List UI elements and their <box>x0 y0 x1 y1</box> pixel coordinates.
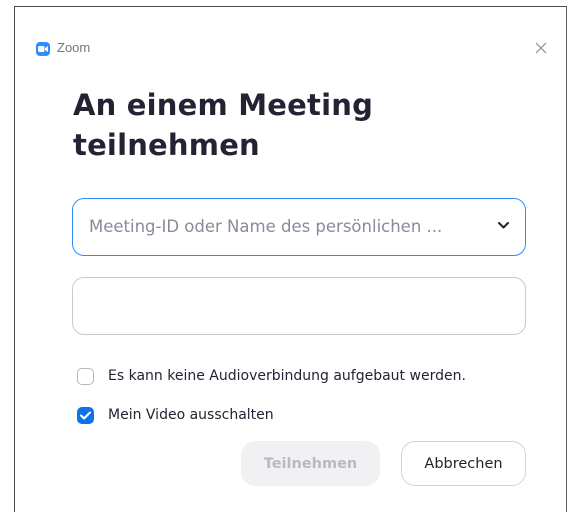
display-name-input[interactable] <box>89 278 509 334</box>
chevron-down-icon <box>498 222 509 229</box>
cancel-button[interactable]: Abbrechen <box>401 441 526 486</box>
meeting-id-input[interactable] <box>89 199 481 254</box>
join-button[interactable]: Teilnehmen <box>241 441 380 486</box>
no-audio-option[interactable]: Es kann keine Audioverbindung aufgebaut … <box>77 365 466 387</box>
meeting-history-dropdown-button[interactable] <box>495 217 513 235</box>
no-audio-checkbox[interactable] <box>77 367 94 385</box>
meeting-id-combobox[interactable] <box>72 198 526 256</box>
video-off-option[interactable]: Mein Video ausschalten <box>77 404 274 426</box>
checkmark-icon <box>80 411 91 419</box>
close-icon <box>535 42 547 54</box>
video-off-label: Mein Video ausschalten <box>108 407 274 423</box>
dialog-heading: An einem Meeting teilnehmen <box>73 88 374 162</box>
no-audio-label: Es kann keine Audioverbindung aufgebaut … <box>108 368 466 384</box>
close-button[interactable] <box>530 37 552 59</box>
window-title: Zoom <box>57 40 91 55</box>
title-bar: Zoom <box>15 7 566 87</box>
display-name-field[interactable] <box>72 277 526 335</box>
zoom-join-dialog: Zoom An einem Meeting teilnehmen Es kann… <box>14 6 567 512</box>
zoom-camera-icon <box>36 42 50 56</box>
video-off-checkbox[interactable] <box>77 406 94 424</box>
